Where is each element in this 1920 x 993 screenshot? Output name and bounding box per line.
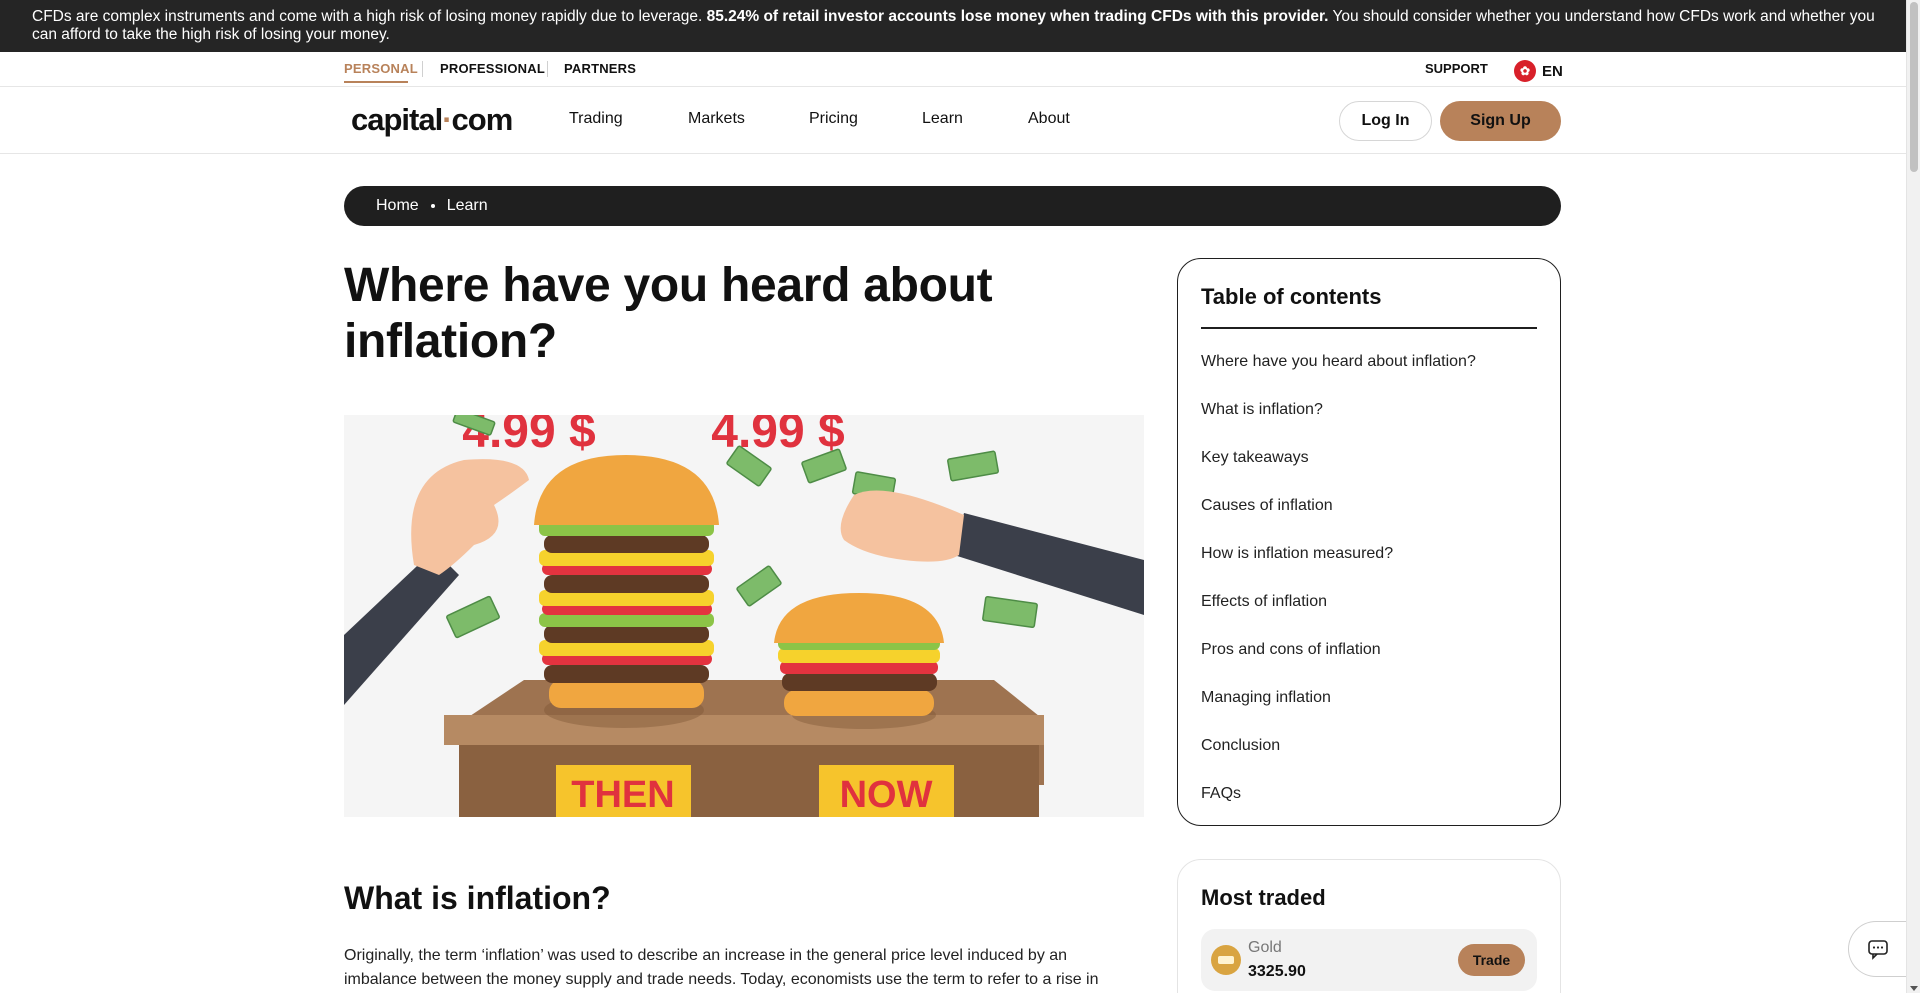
- toc-item[interactable]: Causes of inflation: [1201, 482, 1537, 530]
- divider: [547, 61, 548, 77]
- toc-item[interactable]: Effects of inflation: [1201, 578, 1537, 626]
- table-of-contents: Table of contents Where have you heard a…: [1177, 258, 1561, 826]
- active-tab-underline: [344, 81, 408, 83]
- page-title: Where have you heard about inflation?: [344, 259, 993, 368]
- gold-bars-icon: [1211, 945, 1241, 975]
- menu-pricing[interactable]: Pricing: [809, 110, 858, 128]
- tab-personal[interactable]: PERSONAL: [344, 61, 418, 76]
- most-traded-panel: Most traded Gold 3325.90 Trade: [1177, 859, 1561, 993]
- divider: [422, 61, 423, 77]
- risk-text-bold: 85.24% of retail investor accounts lose …: [706, 8, 1329, 25]
- support-link[interactable]: SUPPORT: [1425, 61, 1488, 76]
- hong-kong-flag-icon: ✿: [1514, 60, 1536, 82]
- toc-item[interactable]: Conclusion: [1201, 722, 1537, 770]
- chat-bubble-icon: [1868, 940, 1888, 960]
- most-traded-title: Most traded: [1201, 885, 1326, 910]
- toc-item[interactable]: Managing inflation: [1201, 674, 1537, 722]
- toc-item[interactable]: FAQs: [1201, 770, 1537, 818]
- logo-text-suffix: com: [451, 102, 514, 137]
- tab-partners[interactable]: PARTNERS: [564, 61, 636, 76]
- article-paragraph: Originally, the term ‘inflation’ was use…: [344, 947, 1099, 988]
- menu-about[interactable]: About: [1028, 110, 1070, 128]
- breadcrumb-home[interactable]: Home: [376, 197, 419, 215]
- logo-text: capital: [351, 102, 443, 137]
- instrument-row[interactable]: Gold 3325.90 Trade: [1201, 929, 1537, 991]
- risk-warning-banner: CFDs are complex instruments and come wi…: [0, 0, 1920, 52]
- instrument-name: Gold: [1248, 939, 1282, 956]
- login-button[interactable]: Log In: [1339, 101, 1432, 141]
- small-burger: [774, 593, 944, 729]
- main-header: capital·com Trading Markets Pricing Lear…: [0, 88, 1906, 154]
- menu-trading[interactable]: Trading: [569, 110, 623, 128]
- capital-com-logo[interactable]: capital·com: [351, 102, 514, 138]
- label-now: NOW: [840, 774, 933, 816]
- menu-markets[interactable]: Markets: [688, 110, 745, 128]
- price-now: 4.99 $: [711, 415, 845, 458]
- toc-item[interactable]: Pros and cons of inflation: [1201, 626, 1537, 674]
- toc-item[interactable]: Where have you heard about inflation?: [1201, 338, 1537, 386]
- logo-dot: ·: [442, 102, 452, 137]
- language-selector[interactable]: ✿ EN: [1514, 60, 1563, 82]
- signup-button[interactable]: Sign Up: [1440, 101, 1561, 141]
- trade-button[interactable]: Trade: [1458, 944, 1525, 976]
- toc-title: Table of contents: [1201, 284, 1382, 309]
- toc-item[interactable]: What is inflation?: [1201, 386, 1537, 434]
- breadcrumb: Home Learn: [344, 186, 1561, 226]
- menu-learn[interactable]: Learn: [922, 110, 963, 128]
- instrument-price: 3325.90: [1248, 963, 1306, 980]
- inflation-burger-illustration: 4.99 $ 4.99 $ THEN NOW: [344, 415, 1144, 817]
- scroll-down-arrow-icon[interactable]: [1910, 986, 1918, 991]
- label-then: THEN: [571, 774, 674, 816]
- chat-widget-button[interactable]: [1848, 921, 1908, 977]
- tab-professional[interactable]: PROFESSIONAL: [440, 61, 545, 76]
- toc-list: Where have you heard about inflation? Wh…: [1201, 338, 1537, 818]
- big-burger: [534, 455, 719, 728]
- toc-item[interactable]: Key takeaways: [1201, 434, 1537, 482]
- risk-text: CFDs are complex instruments and come wi…: [32, 8, 703, 25]
- toc-item[interactable]: How is inflation measured?: [1201, 530, 1537, 578]
- section-heading: What is inflation?: [344, 880, 611, 916]
- audience-nav: PERSONAL PROFESSIONAL PARTNERS: [0, 52, 1906, 87]
- page-scrollbar[interactable]: [1906, 0, 1920, 993]
- language-code: EN: [1542, 62, 1563, 80]
- scrollbar-thumb[interactable]: [1910, 2, 1918, 172]
- breadcrumb-learn[interactable]: Learn: [447, 197, 488, 215]
- breadcrumb-separator: [430, 204, 435, 208]
- toc-divider: [1201, 327, 1537, 329]
